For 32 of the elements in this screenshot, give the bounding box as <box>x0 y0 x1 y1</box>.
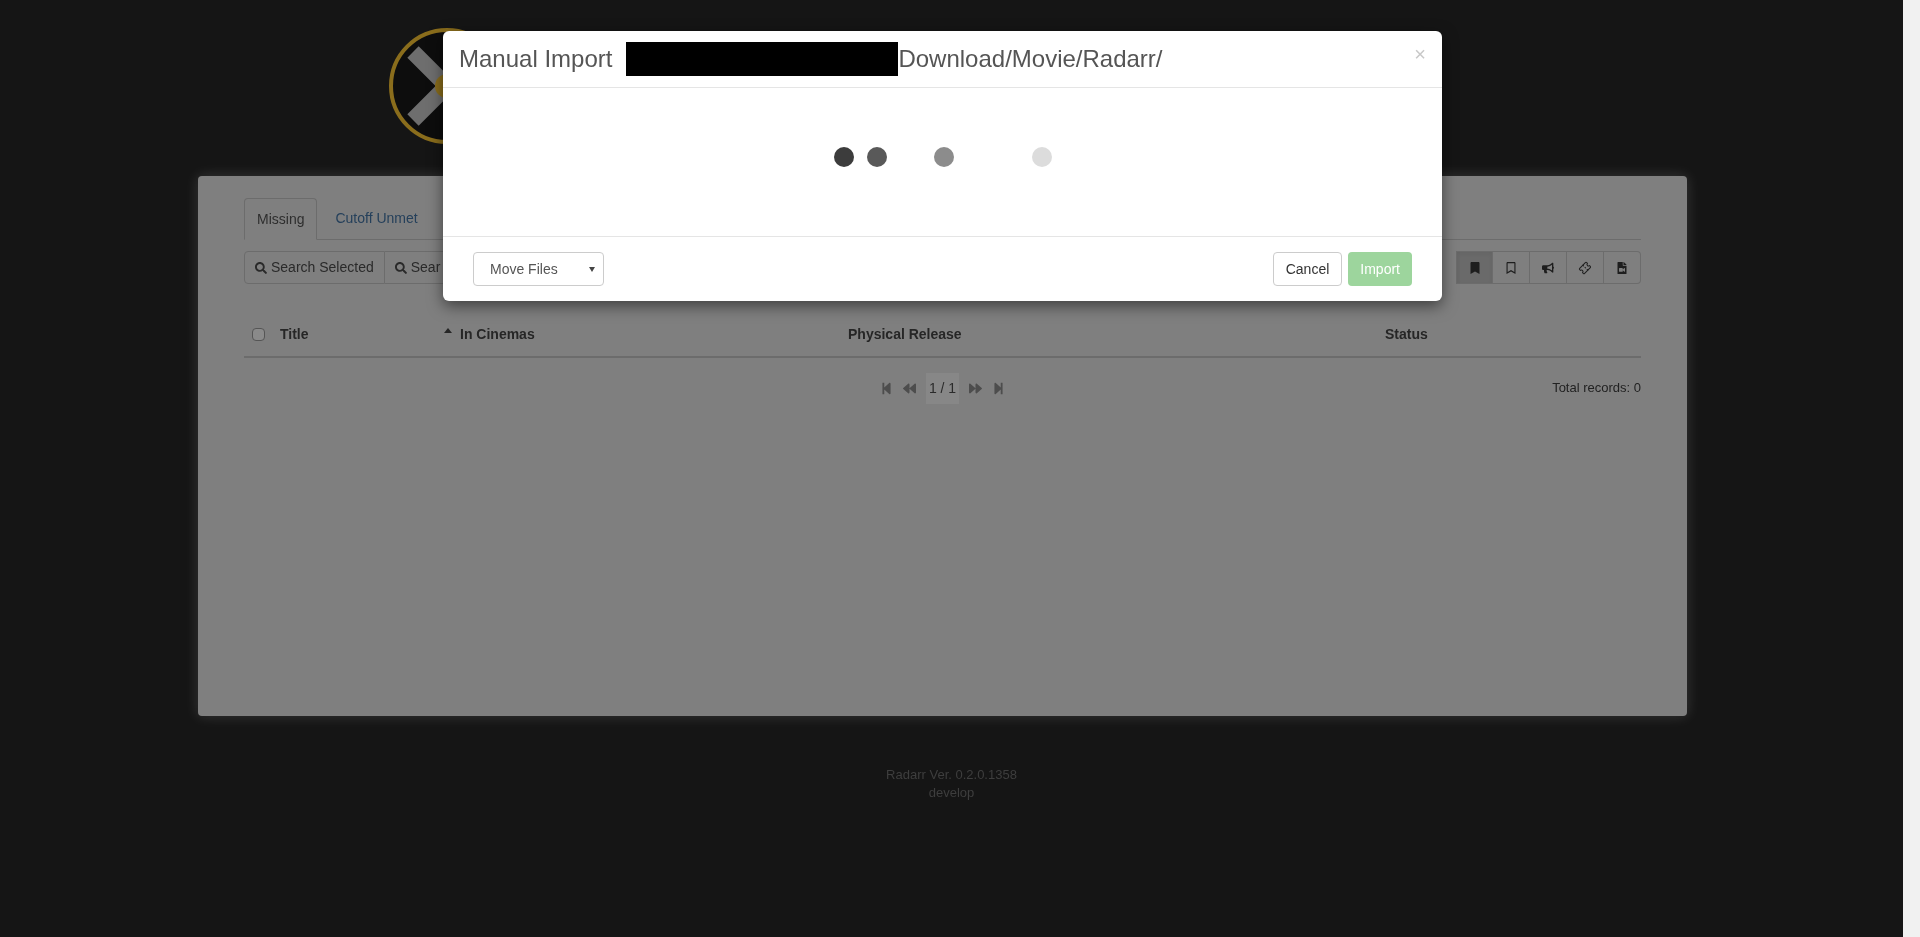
film-file-button[interactable] <box>1604 251 1641 284</box>
bookmark-filled-icon <box>1468 261 1481 274</box>
first-page-icon[interactable] <box>879 381 893 395</box>
ticket-button[interactable] <box>1567 251 1604 284</box>
page-indicator: 1 / 1 <box>925 372 960 404</box>
dialog-title: Manual Import <box>459 44 613 74</box>
previous-page-icon[interactable] <box>902 381 916 395</box>
megaphone-icon <box>1542 261 1554 274</box>
cancel-button[interactable]: Cancel <box>1272 252 1343 286</box>
caret-icon <box>589 266 595 272</box>
import-mode-select[interactable]: Move Files <box>473 252 604 286</box>
search-button[interactable]: Search Selected <box>244 251 385 284</box>
select-all-checkbox[interactable] <box>252 327 265 341</box>
bookmark-outline-icon <box>1505 261 1517 274</box>
column-header[interactable]: In Cinemas <box>460 323 535 345</box>
last-page-icon[interactable] <box>992 381 1006 395</box>
dialog-title: Download/Movie/Radarr/ <box>898 44 1163 74</box>
next-page-icon[interactable] <box>969 381 983 395</box>
column-header[interactable]: Title <box>280 323 309 345</box>
megaphone-button[interactable] <box>1530 251 1567 284</box>
column-header[interactable]: Physical Release <box>848 323 962 345</box>
scrollbar[interactable] <box>1903 0 1920 937</box>
ticket-icon <box>1576 259 1594 276</box>
search-icon <box>255 261 267 274</box>
column-header[interactable]: Status <box>1385 323 1428 345</box>
tab[interactable]: Cutoff Unmet <box>317 198 436 239</box>
bookmark-outline-button[interactable] <box>1493 251 1530 284</box>
search-icon <box>394 261 407 274</box>
film-file-icon <box>1616 261 1628 274</box>
total-records: Total records: 0 <box>1552 379 1641 398</box>
bookmark-filled-button[interactable] <box>1456 251 1493 284</box>
tab[interactable]: Missing <box>244 198 318 240</box>
